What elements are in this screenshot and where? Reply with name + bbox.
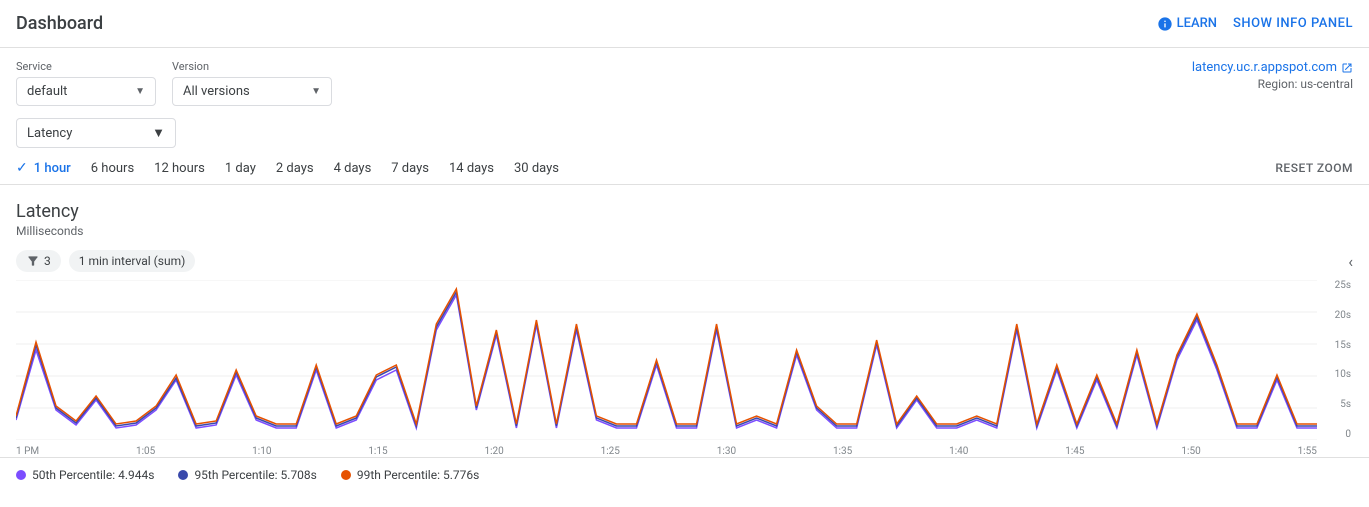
legend-dot-95th — [178, 470, 188, 480]
service-select-group: Service default ▼ — [16, 60, 156, 106]
reset-zoom-button[interactable]: RESET ZOOM — [1275, 161, 1353, 175]
service-arrow-icon: ▼ — [135, 86, 145, 97]
version-arrow-icon: ▼ — [311, 86, 321, 97]
time-option-4days[interactable]: 4 days — [334, 161, 372, 176]
time-option-30days[interactable]: 30 days — [514, 161, 559, 176]
version-select-group: Version All versions ▼ — [172, 60, 332, 106]
legend-item-95th: 95th Percentile: 5.708s — [178, 468, 316, 482]
collapse-button[interactable]: ‹ — [1348, 252, 1353, 271]
time-option-7days[interactable]: 7 days — [391, 161, 429, 176]
chart-toolbar: 3 1 min interval (sum) ‹ — [16, 250, 1353, 272]
time-option-14days[interactable]: 14 days — [449, 161, 494, 176]
x-label-145: 1:45 — [1065, 446, 1084, 457]
service-value: default — [27, 84, 67, 99]
version-value: All versions — [183, 84, 250, 99]
time-option-1hour[interactable]: ✓ 1 hour — [16, 160, 71, 176]
legend-row: 50th Percentile: 4.944s 95th Percentile:… — [0, 457, 1369, 492]
x-label-120: 1:20 — [484, 446, 503, 457]
filter-count: 3 — [44, 254, 51, 268]
x-label-125: 1:25 — [601, 446, 620, 457]
filter-badge[interactable]: 3 — [16, 250, 61, 272]
version-select[interactable]: All versions ▼ — [172, 77, 332, 106]
region-text: Region: us-central — [1192, 77, 1353, 91]
x-label-155: 1:55 — [1298, 446, 1317, 457]
x-label-130: 1:30 — [717, 446, 736, 457]
external-link-icon — [1341, 62, 1353, 74]
version-label: Version — [172, 60, 332, 73]
x-label-110: 1:10 — [252, 446, 271, 457]
learn-link[interactable]: LEARN — [1157, 16, 1217, 32]
header: Dashboard LEARN SHOW INFO PANEL — [0, 0, 1369, 48]
page-title: Dashboard — [16, 13, 103, 34]
legend-item-50th: 50th Percentile: 4.944s — [16, 468, 154, 482]
learn-icon — [1157, 16, 1173, 32]
chart-toolbar-left: 3 1 min interval (sum) — [16, 250, 195, 272]
chart-title: Latency — [16, 201, 1353, 222]
y-label-0: 0 — [1319, 429, 1351, 440]
service-select[interactable]: default ▼ — [16, 77, 156, 106]
interval-badge: 1 min interval (sum) — [69, 250, 196, 272]
y-label-5s: 5s — [1319, 399, 1351, 410]
legend-dot-99th — [341, 470, 351, 480]
show-info-panel-button[interactable]: SHOW INFO PANEL — [1233, 16, 1353, 31]
region-link[interactable]: latency.uc.r.appspot.com — [1192, 60, 1353, 75]
y-axis-labels: 25s 20s 15s 10s 5s 0 — [1317, 280, 1353, 440]
legend-label-50th: 50th Percentile: 4.944s — [32, 468, 154, 482]
x-label-1pm: 1 PM — [16, 446, 39, 457]
time-option-12hours[interactable]: 12 hours — [154, 161, 205, 176]
header-actions: LEARN SHOW INFO PANEL — [1157, 16, 1353, 32]
x-label-105: 1:05 — [136, 446, 155, 457]
chart-section: Latency Milliseconds 3 1 min interval (s… — [0, 185, 1369, 457]
y-label-25s: 25s — [1319, 280, 1351, 291]
check-icon: ✓ — [16, 160, 28, 176]
metric-select[interactable]: Latency ▼ — [16, 118, 176, 148]
chart-svg — [16, 280, 1317, 440]
service-label: Service — [16, 60, 156, 73]
x-label-115: 1:15 — [368, 446, 387, 457]
x-label-150: 1:50 — [1181, 446, 1200, 457]
time-options: ✓ 1 hour 6 hours 12 hours 1 day 2 days 4… — [16, 160, 559, 176]
metric-row: Latency ▼ — [0, 114, 1369, 156]
y-label-15s: 15s — [1319, 340, 1351, 351]
time-option-1day[interactable]: 1 day — [225, 161, 256, 176]
x-label-140: 1:40 — [949, 446, 968, 457]
metric-value: Latency — [27, 126, 72, 141]
y-label-10s: 10s — [1319, 369, 1351, 380]
x-axis-labels: 1 PM 1:05 1:10 1:15 1:20 1:25 1:30 1:35 … — [16, 442, 1353, 457]
time-option-2days[interactable]: 2 days — [276, 161, 314, 176]
chart-wrapper: 25s 20s 15s 10s 5s 0 1 PM 1:05 1:10 1:15… — [16, 280, 1353, 457]
legend-dot-50th — [16, 470, 26, 480]
metric-arrow-icon: ▼ — [152, 125, 165, 141]
legend-label-95th: 95th Percentile: 5.708s — [194, 468, 316, 482]
controls-row: Service default ▼ Version All versions ▼… — [0, 48, 1369, 114]
x-label-135: 1:35 — [833, 446, 852, 457]
controls-left: Service default ▼ Version All versions ▼ — [16, 60, 332, 106]
controls-right: latency.uc.r.appspot.com Region: us-cent… — [1192, 60, 1353, 91]
y-label-20s: 20s — [1319, 310, 1351, 321]
chart-subtitle: Milliseconds — [16, 224, 1353, 238]
filter-icon — [26, 254, 40, 268]
legend-label-99th: 99th Percentile: 5.776s — [357, 468, 479, 482]
legend-item-99th: 99th Percentile: 5.776s — [341, 468, 479, 482]
time-range-row: ✓ 1 hour 6 hours 12 hours 1 day 2 days 4… — [0, 156, 1369, 185]
chart-area — [16, 280, 1317, 440]
time-option-6hours[interactable]: 6 hours — [91, 161, 134, 176]
